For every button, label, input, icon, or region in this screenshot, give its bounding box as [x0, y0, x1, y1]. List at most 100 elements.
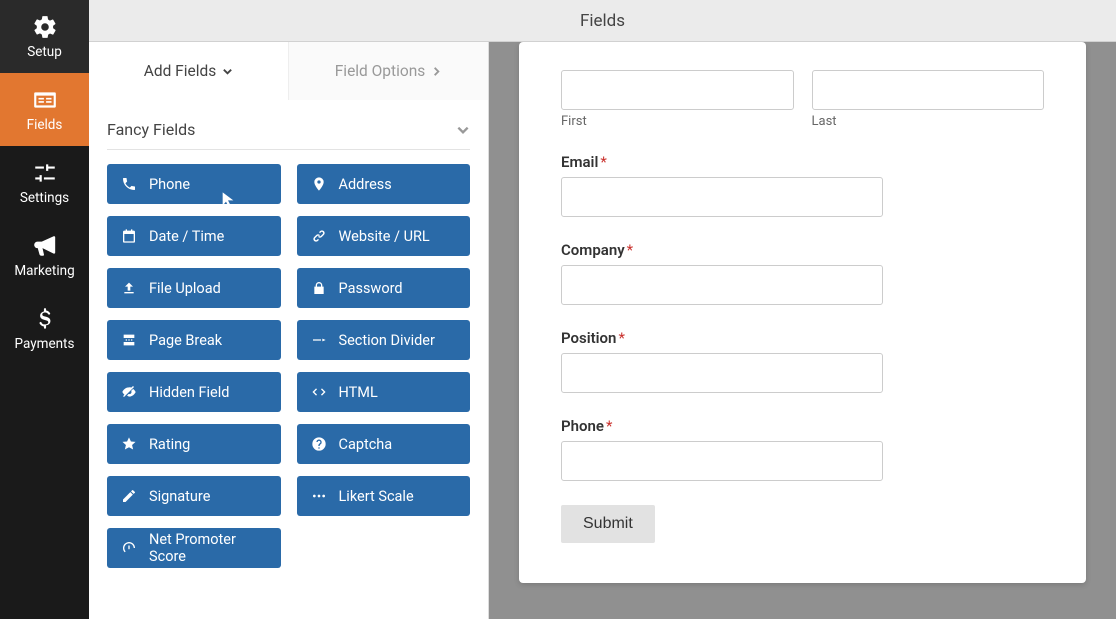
field-button-phone[interactable]: Phone	[107, 164, 281, 204]
field-button-label: Address	[339, 176, 392, 193]
pagebreak-icon	[121, 332, 137, 348]
position-input[interactable]	[561, 353, 883, 393]
sliders-icon	[32, 160, 58, 186]
required-indicator: *	[618, 329, 624, 347]
first-name-sublabel: First	[561, 114, 794, 129]
panel-tabs: Add Fields Field Options	[89, 42, 488, 100]
chevron-down-icon	[222, 66, 233, 77]
form-row-name[interactable]: First Last	[561, 70, 1044, 129]
submit-button-label: Submit	[583, 515, 633, 532]
field-button-label: Captcha	[339, 436, 393, 453]
group-title: Fancy Fields	[107, 120, 195, 139]
field-button-dots[interactable]: Likert Scale	[297, 476, 471, 516]
left-nav: Setup Fields Settings Marketing Payments	[0, 0, 89, 619]
nav-item-fields[interactable]: Fields	[0, 73, 89, 146]
help-icon	[311, 436, 327, 452]
field-button-label: File Upload	[149, 280, 221, 297]
field-label: Position	[561, 329, 616, 347]
group-fancy-fields[interactable]: Fancy Fields	[107, 110, 470, 150]
chevron-down-icon	[456, 123, 470, 137]
phone-input[interactable]	[561, 441, 883, 481]
cursor-icon	[220, 191, 236, 207]
field-button-pencil[interactable]: Signature	[107, 476, 281, 516]
nav-item-settings[interactable]: Settings	[0, 146, 89, 219]
field-button-label: Page Break	[149, 332, 222, 349]
nav-label-marketing: Marketing	[14, 263, 74, 279]
last-name-input[interactable]	[812, 70, 1045, 110]
dollar-icon	[32, 306, 58, 332]
pin-icon	[311, 176, 327, 192]
field-button-pagebreak[interactable]: Page Break	[107, 320, 281, 360]
top-bar: Fields	[89, 0, 1116, 42]
required-indicator: *	[600, 153, 606, 171]
field-button-label: Password	[339, 280, 403, 297]
page-title: Fields	[580, 11, 625, 31]
email-input[interactable]	[561, 177, 883, 217]
nav-item-payments[interactable]: Payments	[0, 292, 89, 365]
field-button-label: Phone	[149, 176, 190, 193]
field-button-star[interactable]: Rating	[107, 424, 281, 464]
dots-icon	[311, 488, 327, 504]
calendar-icon	[121, 228, 137, 244]
nav-label-fields: Fields	[27, 117, 63, 133]
eye-off-icon	[121, 384, 137, 400]
gear-icon	[32, 14, 58, 40]
form-row-email[interactable]: Email*	[561, 153, 1044, 217]
chevron-right-icon	[431, 66, 442, 77]
first-name-input[interactable]	[561, 70, 794, 110]
form-row-position[interactable]: Position*	[561, 329, 1044, 393]
field-button-label: Signature	[149, 488, 210, 505]
field-button-link[interactable]: Website / URL	[297, 216, 471, 256]
code-icon	[311, 384, 327, 400]
upload-icon	[121, 280, 137, 296]
workspace: Add Fields Field Options Fancy Fields Ph…	[89, 42, 1116, 619]
required-indicator: *	[627, 241, 633, 259]
field-button-eye-off[interactable]: Hidden Field	[107, 372, 281, 412]
link-icon	[311, 228, 327, 244]
form-row-phone[interactable]: Phone*	[561, 417, 1044, 481]
field-grid: Phone Address Date / Time Website / URL File…	[107, 164, 470, 568]
nav-item-marketing[interactable]: Marketing	[0, 219, 89, 292]
form-row-company[interactable]: Company*	[561, 241, 1044, 305]
tab-field-options-label: Field Options	[335, 62, 426, 80]
form-card: First Last Email*Company*Position*Phone*…	[519, 42, 1086, 583]
bullhorn-icon	[32, 233, 58, 259]
company-input[interactable]	[561, 265, 883, 305]
field-button-calendar[interactable]: Date / Time	[107, 216, 281, 256]
nav-item-setup[interactable]: Setup	[0, 0, 89, 73]
field-button-label: Section Divider	[339, 332, 435, 349]
field-label: Phone	[561, 417, 604, 435]
field-button-label: Likert Scale	[339, 488, 414, 505]
field-label: Email	[561, 153, 598, 171]
field-button-gauge[interactable]: Net Promoter Score	[107, 528, 281, 568]
tab-add-fields[interactable]: Add Fields	[89, 42, 288, 100]
field-button-upload[interactable]: File Upload	[107, 268, 281, 308]
last-name-sublabel: Last	[812, 114, 1045, 129]
field-button-lock[interactable]: Password	[297, 268, 471, 308]
field-button-code[interactable]: HTML	[297, 372, 471, 412]
tab-add-fields-label: Add Fields	[144, 62, 217, 80]
field-button-label: Website / URL	[339, 228, 430, 245]
pencil-icon	[121, 488, 137, 504]
form-preview-canvas[interactable]: First Last Email*Company*Position*Phone*…	[489, 42, 1116, 619]
required-indicator: *	[606, 417, 612, 435]
divider-icon	[311, 332, 327, 348]
panel-body: Fancy Fields Phone Address Date / Time Webs…	[89, 100, 488, 619]
lock-icon	[311, 280, 327, 296]
field-button-label: Net Promoter Score	[149, 531, 267, 565]
fields-panel: Add Fields Field Options Fancy Fields Ph…	[89, 42, 489, 619]
field-button-label: HTML	[339, 384, 378, 401]
main-area: Fields Add Fields Field Options Fancy Fi…	[89, 0, 1116, 619]
nav-label-payments: Payments	[15, 336, 75, 352]
field-button-help[interactable]: Captcha	[297, 424, 471, 464]
field-button-label: Hidden Field	[149, 384, 229, 401]
field-label: Company	[561, 241, 625, 259]
field-button-divider[interactable]: Section Divider	[297, 320, 471, 360]
field-button-label: Date / Time	[149, 228, 224, 245]
gauge-icon	[121, 540, 137, 556]
field-button-pin[interactable]: Address	[297, 164, 471, 204]
submit-button[interactable]: Submit	[561, 505, 655, 543]
field-button-label: Rating	[149, 436, 190, 453]
nav-label-setup: Setup	[27, 44, 62, 60]
tab-field-options[interactable]: Field Options	[288, 42, 488, 100]
